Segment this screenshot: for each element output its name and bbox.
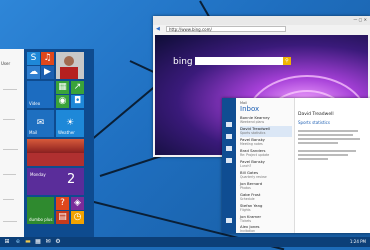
bing-logo: bing <box>173 57 193 67</box>
mail-icon[interactable]: ✉ <box>44 238 52 246</box>
cloud-icon: ☁ <box>29 66 38 77</box>
message-row[interactable]: Alex Jones Invitation <box>240 224 292 233</box>
flag-icon[interactable] <box>226 146 232 151</box>
back-arrow-icon[interactable]: ◀ <box>156 26 160 32</box>
mail-window: Mail Inbox Bonnie Kearney Weekend plans D… <box>222 98 370 233</box>
message-row[interactable]: Stefan Yang Flights <box>240 203 292 214</box>
address-bar[interactable]: http://www.bing.com/ <box>166 26 286 32</box>
news-tile[interactable]: Video <box>27 81 54 108</box>
map-icon: ◈ <box>74 197 81 208</box>
video-label: Video <box>29 101 41 106</box>
taskbar: ⊞ e ▬ ▦ ✉ ⚙ 1:24 PM <box>0 237 370 247</box>
reading-subject: Sports statistics <box>298 120 330 125</box>
weather-tile[interactable]: ☀ Weather <box>56 110 84 137</box>
calendar-day: Monday <box>30 172 46 177</box>
skype-tile[interactable]: S <box>27 52 40 65</box>
message-list: Mail Inbox Bonnie Kearney Weekend plans D… <box>236 98 295 233</box>
reading-pane: David Treadwell Sports statistics <box>296 98 370 233</box>
chart-icon: ↗ <box>73 81 82 92</box>
settings-icon[interactable]: ⚙ <box>54 238 62 246</box>
sent-icon[interactable] <box>226 158 232 163</box>
store-icon: ▦ <box>58 81 67 92</box>
taskbar-clock[interactable]: 1:24 PM <box>350 239 366 244</box>
games-tile[interactable]: ◉ <box>56 95 69 108</box>
music-tile[interactable]: ♫ <box>41 52 54 65</box>
mail-tile-label: Mail <box>29 130 38 135</box>
controller-icon: ◉ <box>58 95 67 106</box>
store-icon[interactable]: ▦ <box>34 238 42 246</box>
headphones-icon: ♫ <box>43 52 52 63</box>
camera-icon: ◘ <box>73 95 82 106</box>
message-row[interactable]: Jon Bernard Photos <box>240 181 292 192</box>
play-icon: ▶ <box>44 66 51 77</box>
reading-sender: David Treadwell <box>298 112 334 117</box>
people-tile[interactable] <box>56 52 84 79</box>
calendar-tile[interactable]: Monday 2 <box>27 168 84 195</box>
inbox-title: Inbox <box>240 105 260 113</box>
sports-tile[interactable] <box>27 139 84 166</box>
message-row[interactable]: Pavel Bansky Lunch? <box>240 159 292 170</box>
maps-tile[interactable]: ◈ <box>71 197 84 210</box>
ie-icon[interactable]: e <box>14 238 22 246</box>
xbox-tile[interactable]: dumbo plus <box>27 197 54 224</box>
mail-nav-rail <box>222 98 236 233</box>
user-name[interactable]: User <box>1 61 10 66</box>
message-row[interactable]: Brad Sanders Re: Project update <box>240 148 292 159</box>
photos-tile[interactable]: ◘ <box>71 95 84 108</box>
window-controls[interactable]: — ▢ ✕ <box>353 17 367 22</box>
store-tile[interactable]: ▦ <box>56 81 69 94</box>
finance-tile[interactable]: ↗ <box>71 81 84 94</box>
reader-tile[interactable]: ▤ <box>56 211 69 224</box>
alarms-tile[interactable]: ◷ <box>71 211 84 224</box>
message-row[interactable]: Bonnie Kearney Weekend plans <box>240 115 292 126</box>
start-menu: User S ♫ ☁ ▶ Video ▦ ↗ ◉ ◘ ✉ Mail ☀ Weat… <box>0 49 94 237</box>
message-row[interactable]: Pavel Bansky Meeting notes <box>240 137 292 148</box>
mail-tile[interactable]: ✉ Mail <box>27 110 54 137</box>
xbox-tile-label: dumbo plus <box>29 217 53 222</box>
video-tile[interactable]: ▶ <box>41 66 54 79</box>
calendar-date: 2 <box>67 172 76 187</box>
help-icon: ? <box>60 197 65 208</box>
start-app-list[interactable]: User <box>0 49 24 237</box>
windows-start-icon[interactable]: ⊞ <box>3 238 11 246</box>
folder-icon[interactable]: ▬ <box>24 238 32 246</box>
message-row[interactable]: Bill Gates Quarterly review <box>240 170 292 181</box>
envelope-icon: ✉ <box>36 117 45 128</box>
book-icon: ▤ <box>58 211 67 222</box>
skype-icon: S <box>30 52 37 63</box>
browser-title-bar[interactable]: — ▢ ✕ <box>153 16 370 25</box>
message-row[interactable]: David Treadwell Sports statistics <box>240 126 292 137</box>
folder-icon[interactable] <box>226 134 232 139</box>
onedrive-tile[interactable]: ☁ <box>27 66 40 79</box>
settings-icon[interactable] <box>226 218 232 223</box>
sun-icon: ☀ <box>65 117 75 128</box>
clock-icon: ◷ <box>73 211 82 222</box>
search-icon[interactable]: ⚲ <box>283 57 291 65</box>
message-row[interactable]: Gabe Frost Schedule <box>240 192 292 203</box>
weather-tile-label: Weather <box>58 130 75 135</box>
bing-search-input[interactable] <box>195 57 283 65</box>
help-tile[interactable]: ? <box>56 197 69 210</box>
inbox-icon[interactable] <box>226 122 232 127</box>
